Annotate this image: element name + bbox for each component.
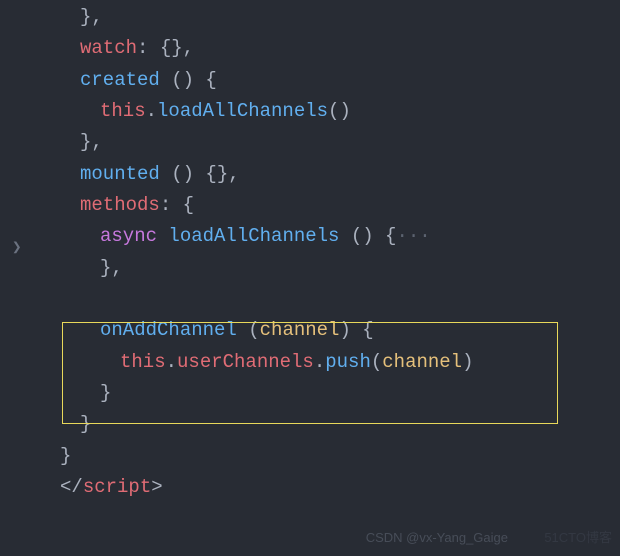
code-line: } <box>40 441 620 472</box>
code-line: this.userChannels.push(channel) <box>40 347 620 378</box>
code-line: methods: { <box>40 190 620 221</box>
code-content[interactable]: }, watch: {}, created () { this.loadAllC… <box>0 0 620 504</box>
watermark-csdn: CSDN @vx-Yang_Gaige <box>366 527 508 548</box>
code-line: mounted () {}, <box>40 159 620 190</box>
code-line: }, <box>40 253 620 284</box>
fold-chevron-icon[interactable]: ❯ <box>12 235 22 261</box>
code-line: async loadAllChannels () {··· <box>40 221 620 252</box>
code-line: this.loadAllChannels() <box>40 96 620 127</box>
code-line: }, <box>40 2 620 33</box>
code-line-blank <box>40 284 620 315</box>
code-line: watch: {}, <box>40 33 620 64</box>
code-line: } <box>40 409 620 440</box>
code-editor[interactable]: ❯ }, watch: {}, created () { this.loadAl… <box>0 0 620 504</box>
code-line: }, <box>40 127 620 158</box>
code-line: } <box>40 378 620 409</box>
watermark-cto: 51CTO博客 <box>544 527 612 548</box>
code-line: created () { <box>40 65 620 96</box>
code-line: </script> <box>40 472 620 503</box>
gutter: ❯ <box>0 0 40 504</box>
code-line: onAddChannel (channel) { <box>40 315 620 346</box>
fold-indicator: ··· <box>396 225 430 247</box>
